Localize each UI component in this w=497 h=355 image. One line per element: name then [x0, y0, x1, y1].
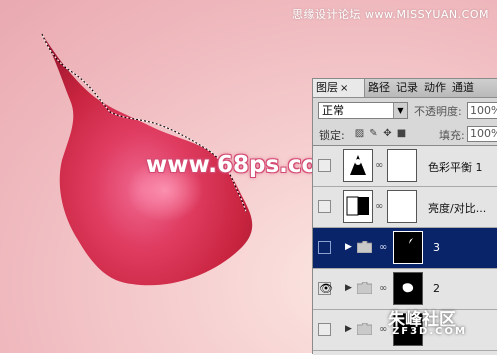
brightness-icon	[343, 190, 373, 223]
layer-name[interactable]: 色彩平衡 1	[428, 159, 483, 175]
lock-transparency-icon[interactable]: ▨	[354, 128, 365, 139]
layer-name[interactable]: 2	[433, 282, 440, 295]
blend-mode-value: 正常	[322, 104, 344, 117]
folder-icon	[357, 282, 372, 294]
visibility-toggle[interactable]	[318, 159, 331, 172]
tab-layers-label: 图层	[316, 81, 338, 94]
layer-name[interactable]: 3	[433, 241, 440, 254]
link-icon: ∞	[375, 201, 384, 212]
link-icon: ∞	[379, 242, 388, 253]
tab-history[interactable]: 记录	[393, 79, 421, 97]
lock-all-icon[interactable]: ■	[396, 128, 407, 139]
tab-actions[interactable]: 动作	[421, 79, 449, 97]
tab-layers[interactable]: 图层 ×	[313, 79, 365, 97]
expand-triangle-icon[interactable]: ▶	[345, 283, 352, 293]
blend-row: 正常 ▼ 不透明度: 100%	[313, 101, 497, 121]
layer-row-color-balance[interactable]: ∞ 色彩平衡 1	[313, 146, 497, 187]
eye-icon: 👁	[319, 282, 333, 295]
folder-icon	[357, 241, 372, 253]
balance-icon	[343, 149, 373, 182]
layer-row-brightness-contrast[interactable]: ∞ 亮度/对比...	[313, 187, 497, 228]
fill-input[interactable]: 100%	[467, 126, 497, 142]
link-icon: ∞	[379, 324, 388, 335]
opacity-input[interactable]: 100%	[467, 102, 497, 119]
layer-row-group-3[interactable]: ▶ ∞ 3	[313, 228, 497, 269]
layer-row-group-2[interactable]: 👁 ▶ ∞ 2	[313, 269, 497, 310]
dropdown-arrow-icon[interactable]: ▼	[393, 103, 407, 118]
folder-icon	[357, 323, 372, 335]
expand-triangle-icon[interactable]: ▶	[345, 242, 352, 252]
lock-move-icon[interactable]: ✥	[382, 128, 393, 139]
layer-mask-thumbnail[interactable]	[387, 190, 417, 223]
expand-triangle-icon[interactable]: ▶	[345, 324, 352, 334]
opacity-label: 不透明度:	[414, 105, 462, 118]
tab-paths[interactable]: 路径	[365, 79, 393, 97]
tab-channels[interactable]: 通道	[449, 79, 477, 97]
link-icon: ∞	[375, 160, 384, 171]
visibility-toggle[interactable]	[318, 323, 331, 336]
visibility-toggle[interactable]	[318, 200, 331, 213]
lock-label: 锁定:	[319, 129, 345, 142]
lock-paint-icon[interactable]: ✎	[368, 128, 379, 139]
link-icon: ∞	[379, 283, 388, 294]
watermark-top: 思缘设计论坛 www.MISSYUAN.COM	[291, 8, 489, 21]
layer-mask-thumbnail[interactable]	[393, 231, 423, 264]
tab-close-icon[interactable]: ×	[340, 83, 348, 94]
panel-tabs: 图层 × 路径 记录 动作 通道	[313, 79, 497, 98]
layer-mask-thumbnail[interactable]	[393, 272, 423, 305]
watermark-bottom-sub: ZF3D.COM	[392, 326, 467, 337]
blend-mode-select[interactable]: 正常 ▼	[318, 102, 408, 119]
layer-mask-thumbnail[interactable]	[387, 149, 417, 182]
visibility-toggle[interactable]: 👁	[318, 282, 333, 295]
lock-row: 锁定: ▨ ✎ ✥ ■ 填充: 100%	[313, 125, 497, 143]
visibility-toggle[interactable]	[318, 241, 331, 254]
fill-label: 填充:	[439, 129, 465, 142]
layer-name[interactable]: 亮度/对比...	[428, 200, 486, 216]
